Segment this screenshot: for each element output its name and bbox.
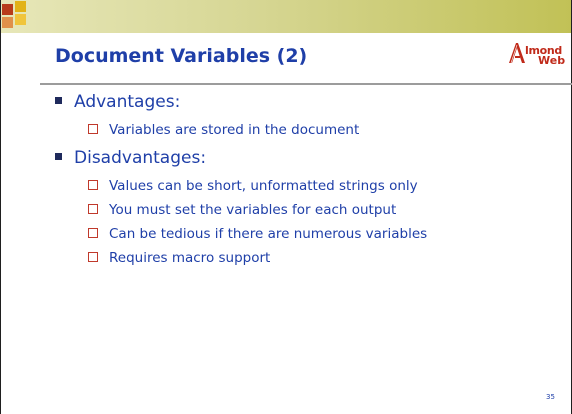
sub-bullet-text: You must set the variables for each outp…	[109, 202, 397, 218]
almond-a-icon	[509, 43, 525, 64]
logo-text-line2: Web	[538, 54, 566, 67]
bullet-heading: Disadvantages:	[74, 148, 207, 168]
page-number: 35	[546, 393, 555, 401]
corner-square	[2, 17, 13, 28]
sub-bullet-item: Variables are stored in the document	[88, 122, 359, 138]
sub-bullet-text: Values can be short, unformatted strings…	[109, 178, 418, 194]
square-bullet-icon	[55, 96, 62, 104]
top-decorative-bar	[0, 0, 572, 33]
square-bullet-icon	[55, 152, 62, 160]
hollow-square-bullet-icon	[88, 124, 98, 134]
hollow-square-bullet-icon	[88, 252, 98, 262]
bullet-heading: Advantages:	[74, 92, 181, 112]
corner-square	[15, 1, 26, 12]
sub-bullet-text: Can be tedious if there are numerous var…	[109, 226, 428, 242]
bullet-advantages: Advantages:	[55, 92, 180, 112]
slide-border-left	[0, 0, 1, 414]
almond-web-logo: lmond Web	[508, 42, 566, 70]
sub-bullet-text: Requires macro support	[109, 250, 271, 266]
slide: Document Variables (2) lmond Web Advanta…	[0, 0, 572, 414]
bullet-disadvantages: Disadvantages:	[55, 148, 206, 168]
sub-bullet-item: Requires macro support	[88, 250, 270, 266]
sub-bullet-item: Values can be short, unformatted strings…	[88, 178, 418, 194]
hollow-square-bullet-icon	[88, 228, 98, 238]
sub-bullet-item: Can be tedious if there are numerous var…	[88, 226, 427, 242]
slide-title: Document Variables (2)	[55, 45, 308, 67]
corner-squares-decoration	[0, 0, 36, 33]
hollow-square-bullet-icon	[88, 204, 98, 214]
title-divider	[40, 83, 572, 85]
sub-bullet-item: You must set the variables for each outp…	[88, 202, 396, 218]
corner-square	[15, 14, 26, 25]
corner-square	[2, 4, 13, 15]
sub-bullet-text: Variables are stored in the document	[109, 122, 360, 138]
hollow-square-bullet-icon	[88, 180, 98, 190]
